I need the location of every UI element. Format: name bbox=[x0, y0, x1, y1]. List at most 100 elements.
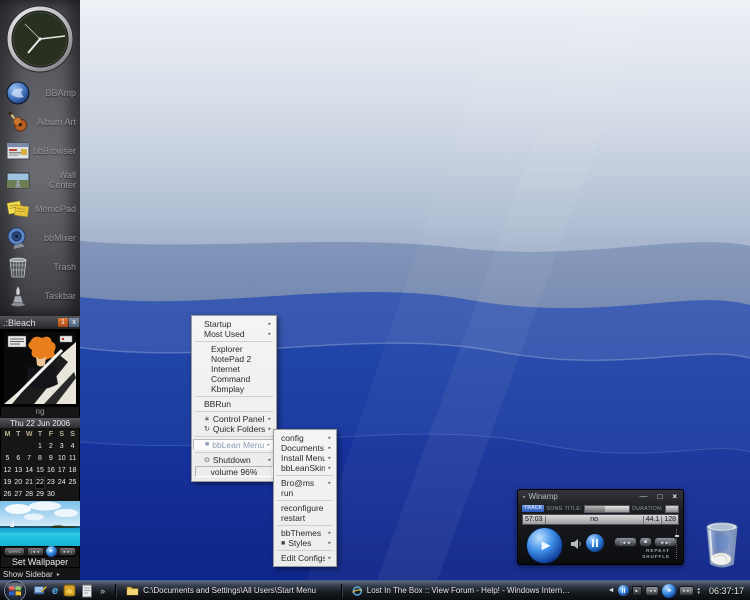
tray-previous-button[interactable]: |◄◄ bbox=[645, 586, 660, 596]
menu-item[interactable]: ∗ Control Panel ▸ bbox=[193, 414, 275, 424]
tray-pause-button[interactable] bbox=[618, 585, 629, 596]
dock-item-trash[interactable]: Trash bbox=[0, 252, 80, 281]
calendar-day[interactable]: 7 bbox=[24, 453, 35, 465]
tray-scroll-left-icon[interactable]: ◄ bbox=[608, 587, 615, 594]
menu-item[interactable]: restart bbox=[275, 513, 335, 523]
menu-item[interactable] bbox=[195, 452, 273, 453]
calendar-day[interactable] bbox=[13, 441, 24, 453]
dock-item-album-art[interactable]: Album Art bbox=[0, 107, 80, 136]
show-desktop-icon[interactable] bbox=[33, 584, 47, 598]
calendar-day[interactable] bbox=[67, 489, 78, 501]
document-icon[interactable] bbox=[81, 584, 93, 598]
minimize-button[interactable]: — bbox=[639, 492, 647, 502]
calendar-day[interactable]: 21 bbox=[24, 477, 35, 489]
calendar-day[interactable]: 20 bbox=[13, 477, 24, 489]
calendar-day[interactable]: 9 bbox=[45, 453, 56, 465]
menu-item[interactable]: Edit Configs ▸ bbox=[275, 553, 335, 563]
set-wallpaper-button[interactable]: Set Wallpaper bbox=[0, 557, 80, 568]
taskbar-task-explorer[interactable]: C:\Documents and Settings\All Users\Star… bbox=[120, 583, 337, 599]
menu-item[interactable]: Bro@ms ▸ bbox=[275, 478, 335, 488]
speaker-icon[interactable] bbox=[570, 538, 582, 550]
calendar-day[interactable]: 17 bbox=[56, 465, 67, 477]
play-button[interactable]: ► bbox=[526, 527, 563, 564]
calendar-day[interactable] bbox=[2, 441, 13, 453]
menu-item[interactable] bbox=[195, 411, 273, 412]
dock-item-bbbrowser[interactable]: bbBrowser bbox=[0, 136, 80, 165]
bleach-panel-header[interactable]: .:Bleach 1 x bbox=[0, 316, 80, 329]
calendar-day[interactable]: 24 bbox=[56, 477, 67, 489]
dock-item-bbmixer[interactable]: bbMixer bbox=[0, 223, 80, 252]
menu-item[interactable] bbox=[277, 550, 333, 551]
winamp-titlebar[interactable]: ▸ Winamp — □ × bbox=[518, 490, 683, 503]
calendar-day[interactable]: 29 bbox=[35, 489, 46, 501]
calendar-day[interactable] bbox=[56, 489, 67, 501]
calendar-day[interactable] bbox=[24, 441, 35, 453]
menu-item[interactable]: NotePad 2 bbox=[193, 354, 275, 364]
menu-item[interactable]: Command bbox=[193, 374, 275, 384]
calendar-day[interactable]: 11 bbox=[67, 453, 78, 465]
menu-item[interactable]: bbThemes ▸ bbox=[275, 528, 335, 538]
menu-item[interactable] bbox=[277, 475, 333, 476]
volume-slider-handle[interactable] bbox=[675, 535, 679, 537]
calendar-day[interactable]: 15 bbox=[35, 465, 46, 477]
menu-item[interactable] bbox=[277, 525, 333, 526]
gold-app-icon[interactable] bbox=[63, 584, 76, 597]
calendar-day[interactable]: 4 bbox=[67, 441, 78, 453]
close-button[interactable]: × bbox=[672, 492, 677, 502]
menu-item[interactable] bbox=[195, 396, 273, 397]
recycle-bin[interactable] bbox=[700, 514, 744, 572]
shuffle-button[interactable]: SHFFL bbox=[4, 547, 25, 556]
tray-next-button[interactable]: ►►| bbox=[679, 586, 694, 596]
menu-item[interactable]: Startup ▸ bbox=[193, 319, 275, 329]
menu-item[interactable]: Internet bbox=[193, 364, 275, 374]
start-button[interactable] bbox=[3, 579, 27, 600]
calendar-day[interactable]: 13 bbox=[13, 465, 24, 477]
stop-button[interactable]: ■ bbox=[639, 537, 652, 547]
calendar-day[interactable]: 22 bbox=[35, 477, 46, 489]
tray-stop-button[interactable]: ■ bbox=[632, 586, 642, 596]
calendar-day[interactable]: 25 bbox=[67, 477, 78, 489]
calendar-day[interactable]: 8 bbox=[35, 453, 46, 465]
dock-item-memopad[interactable]: MemoPad bbox=[0, 194, 80, 223]
calendar-day[interactable]: 3 bbox=[56, 441, 67, 453]
dock-item-taskbar[interactable]: Taskbar bbox=[0, 281, 80, 310]
calendar-day[interactable]: 2 bbox=[45, 441, 56, 453]
winamp-menu-arrow-icon[interactable]: ▸ bbox=[523, 494, 526, 500]
seek-bar[interactable] bbox=[584, 505, 630, 513]
calendar-day[interactable]: 1 bbox=[35, 441, 46, 453]
calendar-day[interactable]: 23 bbox=[45, 477, 56, 489]
calendar-day[interactable]: 28 bbox=[24, 489, 35, 501]
tray-spinner[interactable]: ▴ ▾ bbox=[697, 587, 700, 595]
dock-item-wall-center[interactable]: Wall Center bbox=[0, 165, 80, 194]
internet-explorer-icon[interactable]: e bbox=[52, 584, 58, 598]
menu-item[interactable]: Kbmplay bbox=[193, 384, 275, 394]
panel-minimize-button[interactable]: 1 bbox=[58, 318, 68, 327]
menu-item[interactable]: ■ Styles ▸ bbox=[275, 538, 335, 548]
menu-item[interactable]: ↻ Quick Folders ▸ bbox=[193, 424, 275, 434]
calendar-day[interactable]: 26 bbox=[2, 489, 13, 501]
pause-button[interactable] bbox=[586, 534, 604, 552]
prev-wallpaper-button[interactable]: |◄◄ bbox=[27, 547, 44, 556]
calendar-day[interactable]: 16 bbox=[45, 465, 56, 477]
calendar-day[interactable]: 10 bbox=[56, 453, 67, 465]
shuffle-label[interactable]: SHUFFLE bbox=[642, 554, 670, 559]
tray-play-button[interactable]: ► bbox=[662, 584, 676, 598]
menu-item[interactable]: config ▸ bbox=[275, 433, 335, 443]
calendar-day[interactable]: 12 bbox=[2, 465, 13, 477]
menu-item[interactable]: Most Used ▸ bbox=[193, 329, 275, 339]
volume-slider[interactable] bbox=[676, 529, 677, 559]
menu-item[interactable] bbox=[195, 436, 273, 437]
menu-item[interactable]: ■ bbLean Menu ▸ bbox=[193, 439, 275, 450]
menu-item[interactable]: reconfigure bbox=[275, 503, 335, 513]
next-wallpaper-button[interactable]: ►►| bbox=[59, 547, 76, 556]
menu-item[interactable] bbox=[195, 341, 273, 342]
calendar-day[interactable]: 5 bbox=[2, 453, 13, 465]
menu-item[interactable]: Install Menu ▸ bbox=[275, 453, 335, 463]
panel-close-button[interactable]: x bbox=[69, 318, 79, 327]
menu-item[interactable]: bbLeanSkin ▸ bbox=[275, 463, 335, 473]
next-track-button[interactable]: ►►| bbox=[654, 537, 677, 547]
repeat-shuffle-flags[interactable]: REPEAT SHUFFLE bbox=[642, 548, 670, 560]
maximize-button[interactable]: □ bbox=[657, 492, 662, 502]
menu-item[interactable]: Explorer bbox=[193, 344, 275, 354]
previous-track-button[interactable]: |◄◄ bbox=[614, 537, 637, 547]
